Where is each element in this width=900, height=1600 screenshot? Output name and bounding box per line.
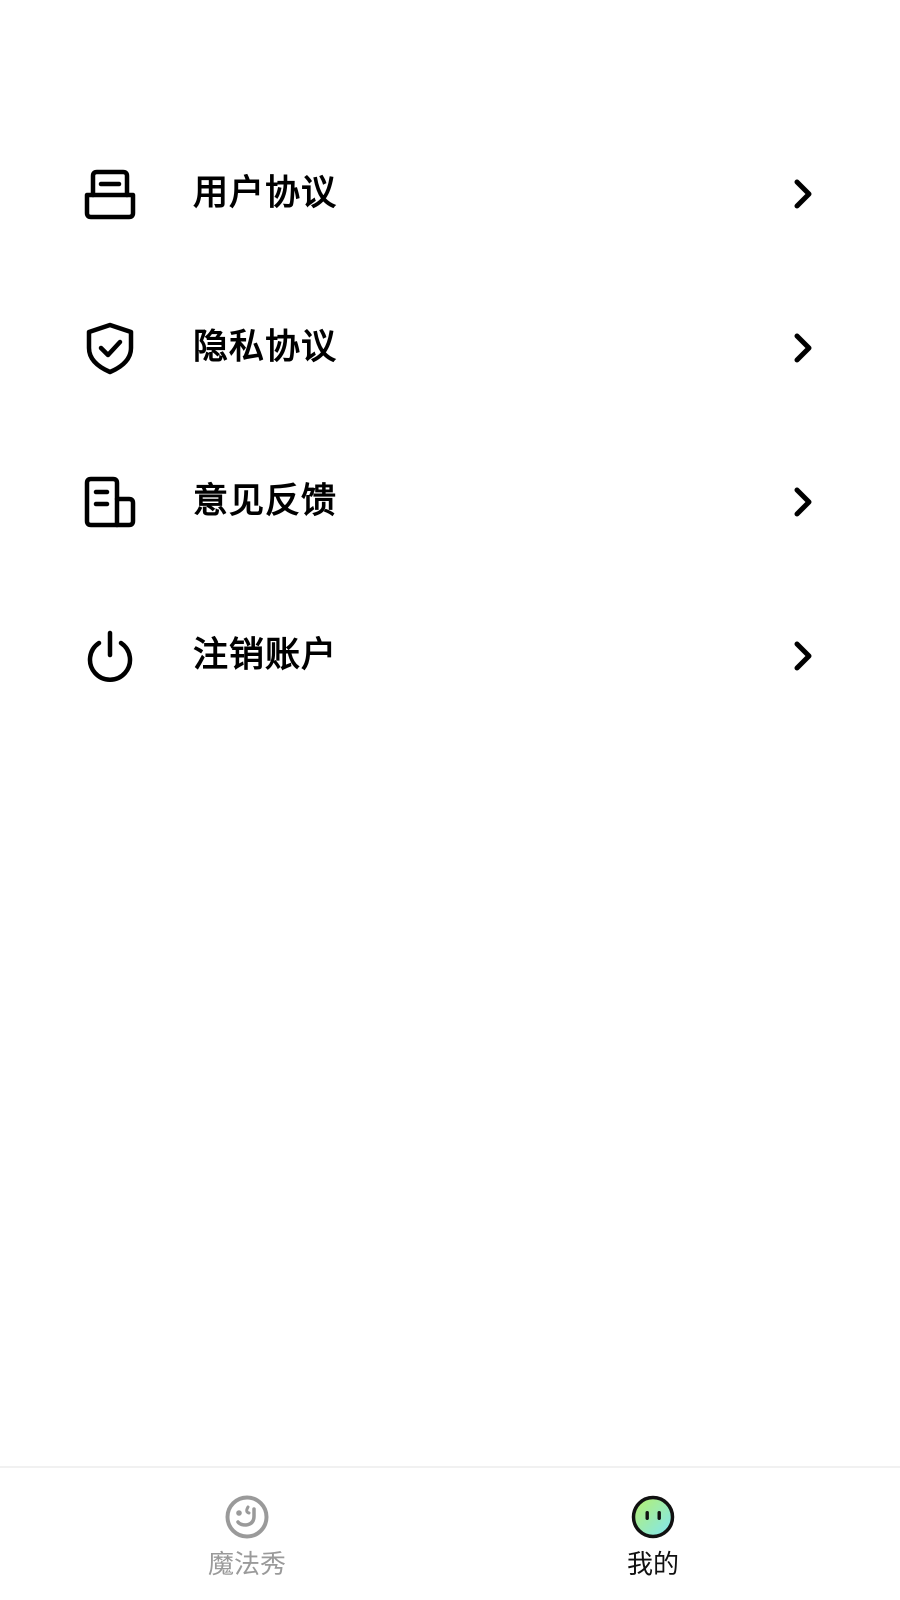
shield-check-icon (83, 321, 137, 375)
bottom-tab-bar: 魔法秀 我的 (0, 1466, 900, 1600)
menu-item-label: 注销账户 (193, 635, 338, 676)
document-icon (83, 475, 137, 529)
menu-item-user-agreement[interactable]: 用户协议 (0, 117, 900, 271)
menu-item-label: 隐私协议 (193, 327, 338, 368)
tab-label: 魔法秀 (207, 1550, 286, 1580)
menu-item-delete-account[interactable]: 注销账户 (0, 579, 900, 733)
face-smile-icon (224, 1494, 270, 1540)
inbox-icon (83, 167, 137, 221)
menu-item-feedback[interactable]: 意见反馈 (0, 425, 900, 579)
power-icon (83, 629, 137, 683)
menu-item-privacy-agreement[interactable]: 隐私协议 (0, 271, 900, 425)
settings-menu: 用户协议 隐私协议 意见反馈 注销账户 (0, 117, 900, 733)
menu-item-label: 用户协议 (193, 173, 338, 214)
tab-magic-show[interactable]: 魔法秀 (22, 1468, 472, 1600)
chevron-right-icon (790, 332, 816, 364)
tab-label: 我的 (626, 1550, 679, 1580)
chevron-right-icon (790, 486, 816, 518)
menu-item-label: 意见反馈 (193, 481, 338, 522)
face-gradient-icon (630, 1494, 676, 1540)
chevron-right-icon (790, 178, 816, 210)
chevron-right-icon (790, 640, 816, 672)
tab-mine[interactable]: 我的 (428, 1468, 878, 1600)
